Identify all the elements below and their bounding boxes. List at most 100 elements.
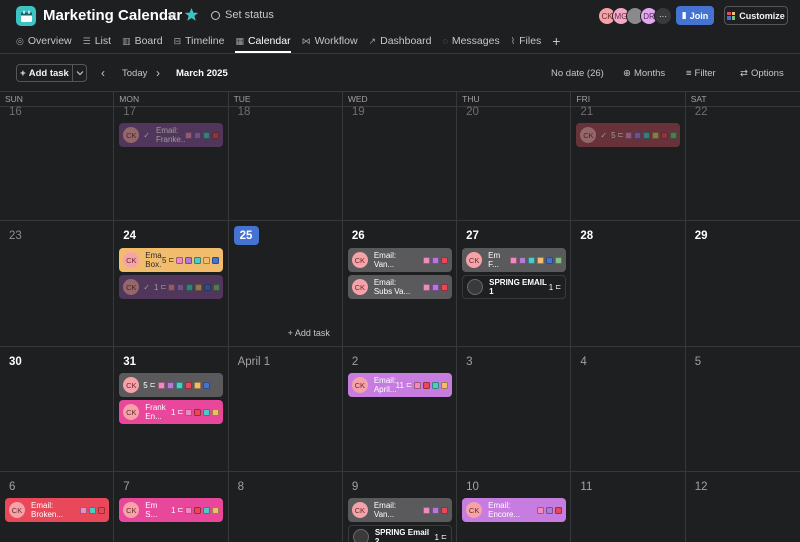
assignee-avatar[interactable]: CK <box>123 127 140 143</box>
months-button[interactable]: ⊕ Months <box>623 68 665 79</box>
messages-icon: ◌ <box>442 36 448 46</box>
task-card[interactable]: CK ✓ 5 ⊏ <box>576 123 681 147</box>
task-card[interactable]: CK Em F... <box>462 248 567 272</box>
assignee-avatar[interactable]: CK <box>123 404 140 420</box>
chevron-down-icon[interactable] <box>167 10 177 20</box>
calendar-day-cell[interactable]: 24CKEmail: Box...5⊏CK✓1⊏ <box>114 221 229 346</box>
calendar-day-cell[interactable]: 27 CK Em F... SPRING EMAIL 1 1 ⊏ <box>457 221 572 346</box>
add-tab-button[interactable]: + <box>552 33 560 49</box>
set-status-button[interactable]: Set status <box>211 9 274 21</box>
calendar-day-cell[interactable]: April 1 <box>229 347 343 471</box>
member-avatars[interactable]: CK MG DR ··· <box>598 7 672 25</box>
task-card[interactable]: SPRING Email 2 1 ⊏ <box>347 525 452 542</box>
options-button[interactable]: ⇄ Options <box>740 68 784 79</box>
previous-month-button[interactable]: ‹ <box>101 67 105 79</box>
tab-calendar[interactable]: ▦ Calendar <box>235 33 291 53</box>
today-button[interactable]: Today <box>122 68 147 79</box>
calendar-day-cell[interactable]: 8 <box>229 472 343 542</box>
task-card[interactable]: CK Email: Encore... <box>462 498 567 522</box>
tab-board[interactable]: ▥ Board <box>122 33 163 49</box>
task-card[interactable]: CK Email: Box...5⊏ <box>119 248 224 272</box>
assignee-avatar[interactable]: CK <box>9 502 25 518</box>
calendar-day-cell[interactable]: 28 <box>571 221 686 346</box>
task-card[interactable]: CK Email: Van... <box>347 498 452 522</box>
tab-files[interactable]: ⌇ Files <box>511 33 542 49</box>
calendar-day-cell[interactable]: 29 <box>686 221 800 346</box>
assignee-avatar[interactable]: CK <box>351 502 368 518</box>
task-meta: 1 ⊏ <box>435 533 451 542</box>
tab-timeline[interactable]: ⊟ Timeline <box>174 33 225 49</box>
tag-chip <box>510 256 518 264</box>
tab-list[interactable]: ☰ List <box>83 33 111 49</box>
calendar-day-cell[interactable]: 7 CK Em S... 1 ⊏ <box>114 472 229 542</box>
assignee-avatar[interactable] <box>352 529 369 542</box>
calendar-day-cell[interactable]: 3 <box>457 347 572 471</box>
calendar-day-cell[interactable]: 16 <box>0 106 115 220</box>
next-month-button[interactable]: › <box>156 67 160 79</box>
assignee-avatar[interactable]: CK <box>466 502 483 518</box>
calendar-day-cell[interactable]: 17 CK ✓ Email: Franke... <box>114 106 229 220</box>
assignee-avatar[interactable]: CK <box>580 127 597 143</box>
add-task-hint[interactable]: + Add task <box>288 328 330 338</box>
calendar-app-icon[interactable] <box>16 6 36 26</box>
task-card[interactable]: CK 5 ⊏ <box>119 373 224 397</box>
project-title[interactable]: Marketing Calendar <box>43 6 182 26</box>
calendar-day-cell[interactable]: 2 CK Email: April... 11 ⊏ <box>343 347 458 471</box>
calendar-day-cell[interactable]: 22 <box>686 106 800 220</box>
assignee-avatar[interactable]: CK <box>123 502 140 518</box>
calendar-day-cell[interactable]: 21 CK ✓ 5 ⊏ <box>571 106 686 220</box>
task-card[interactable]: CK ✓ 1 ⊏ <box>119 275 224 299</box>
tab-messages[interactable]: ◌ Messages <box>442 33 499 49</box>
tag-chip <box>422 256 430 264</box>
assignee-avatar[interactable]: CK <box>351 252 368 268</box>
calendar-day-cell[interactable]: 11 <box>571 472 686 542</box>
task-name: Email: Encore... <box>488 501 521 519</box>
calendar-day-cell[interactable]: 5 <box>686 347 800 471</box>
add-task-button[interactable]: + Add task <box>16 64 73 82</box>
assignee-avatar[interactable]: CK <box>351 279 368 295</box>
calendar-day-cell[interactable]: 10 CK Email: Encore... <box>457 472 572 542</box>
calendar-day-cell[interactable]: 12 <box>686 472 800 542</box>
calendar-day-cell[interactable]: 25 + Add task <box>229 221 343 346</box>
calendar-day-cell[interactable]: 20 <box>457 106 572 220</box>
task-card[interactable]: CK Email: April... 11 ⊏ <box>347 373 452 397</box>
calendar-day-cell[interactable]: 9 CK Email: Van... SPRING Email 2 1 ⊏ <box>343 472 458 542</box>
task-meta: 1 ⊏ <box>171 408 223 417</box>
calendar-day-cell[interactable]: 18 <box>229 106 343 220</box>
customize-button[interactable]: Customize <box>724 6 788 25</box>
filter-button[interactable]: ≡ Filter <box>686 68 716 79</box>
assignee-avatar[interactable]: CK <box>123 279 140 295</box>
tab-overview[interactable]: ◎ Overview <box>16 33 72 49</box>
calendar-day-cell[interactable]: 23 <box>0 221 115 346</box>
assignee-avatar[interactable]: CK <box>466 252 483 268</box>
assignee-avatar[interactable] <box>467 279 484 295</box>
no-date-button[interactable]: No date (26) <box>551 68 604 79</box>
assignee-avatar[interactable]: CK <box>123 252 140 268</box>
calendar-day-cell[interactable]: 31 CK 5 ⊏ CK Frank En... 1 ⊏ <box>114 347 229 471</box>
assignee-avatar[interactable]: CK <box>123 377 140 393</box>
tab-label: Overview <box>27 35 72 47</box>
task-card[interactable]: CK Em S... 1 ⊏ <box>119 498 224 522</box>
day-number: 17 <box>123 106 137 118</box>
task-card[interactable]: CK Email: Van... <box>347 248 452 272</box>
task-card[interactable]: CK Email: Broken... <box>5 498 109 522</box>
star-icon[interactable] <box>184 7 199 22</box>
calendar-day-cell[interactable]: 19 <box>343 106 458 220</box>
task-card[interactable]: CK Email: Subs Va... <box>347 275 452 299</box>
calendar-day-cell[interactable]: 26 CK Email: Van... CK Email: Subs Va... <box>343 221 458 346</box>
calendar-day-cell[interactable]: 30 <box>0 347 115 471</box>
tab-workflow[interactable]: ⋈ Workflow <box>302 33 358 49</box>
calendar-day-cell[interactable]: 6 CK Email: Broken... <box>0 472 115 542</box>
task-card[interactable]: SPRING EMAIL 1 1 ⊏ <box>462 275 567 299</box>
member-avatar[interactable]: ··· <box>654 7 672 25</box>
tab-dashboard[interactable]: ↗ Dashboard <box>369 33 432 49</box>
add-task-dropdown[interactable] <box>72 64 87 82</box>
list-icon: ☰ <box>82 35 91 46</box>
task-card[interactable]: CK Frank En... 1 ⊏ <box>119 400 224 424</box>
tag-chip <box>195 283 203 291</box>
join-button[interactable]: ▮ Join <box>676 6 714 25</box>
assignee-avatar[interactable]: CK <box>351 377 368 393</box>
calendar-day-cell[interactable]: 4 <box>571 347 686 471</box>
tag-chip <box>185 506 193 514</box>
task-card[interactable]: CK ✓ Email: Franke... <box>119 123 224 147</box>
